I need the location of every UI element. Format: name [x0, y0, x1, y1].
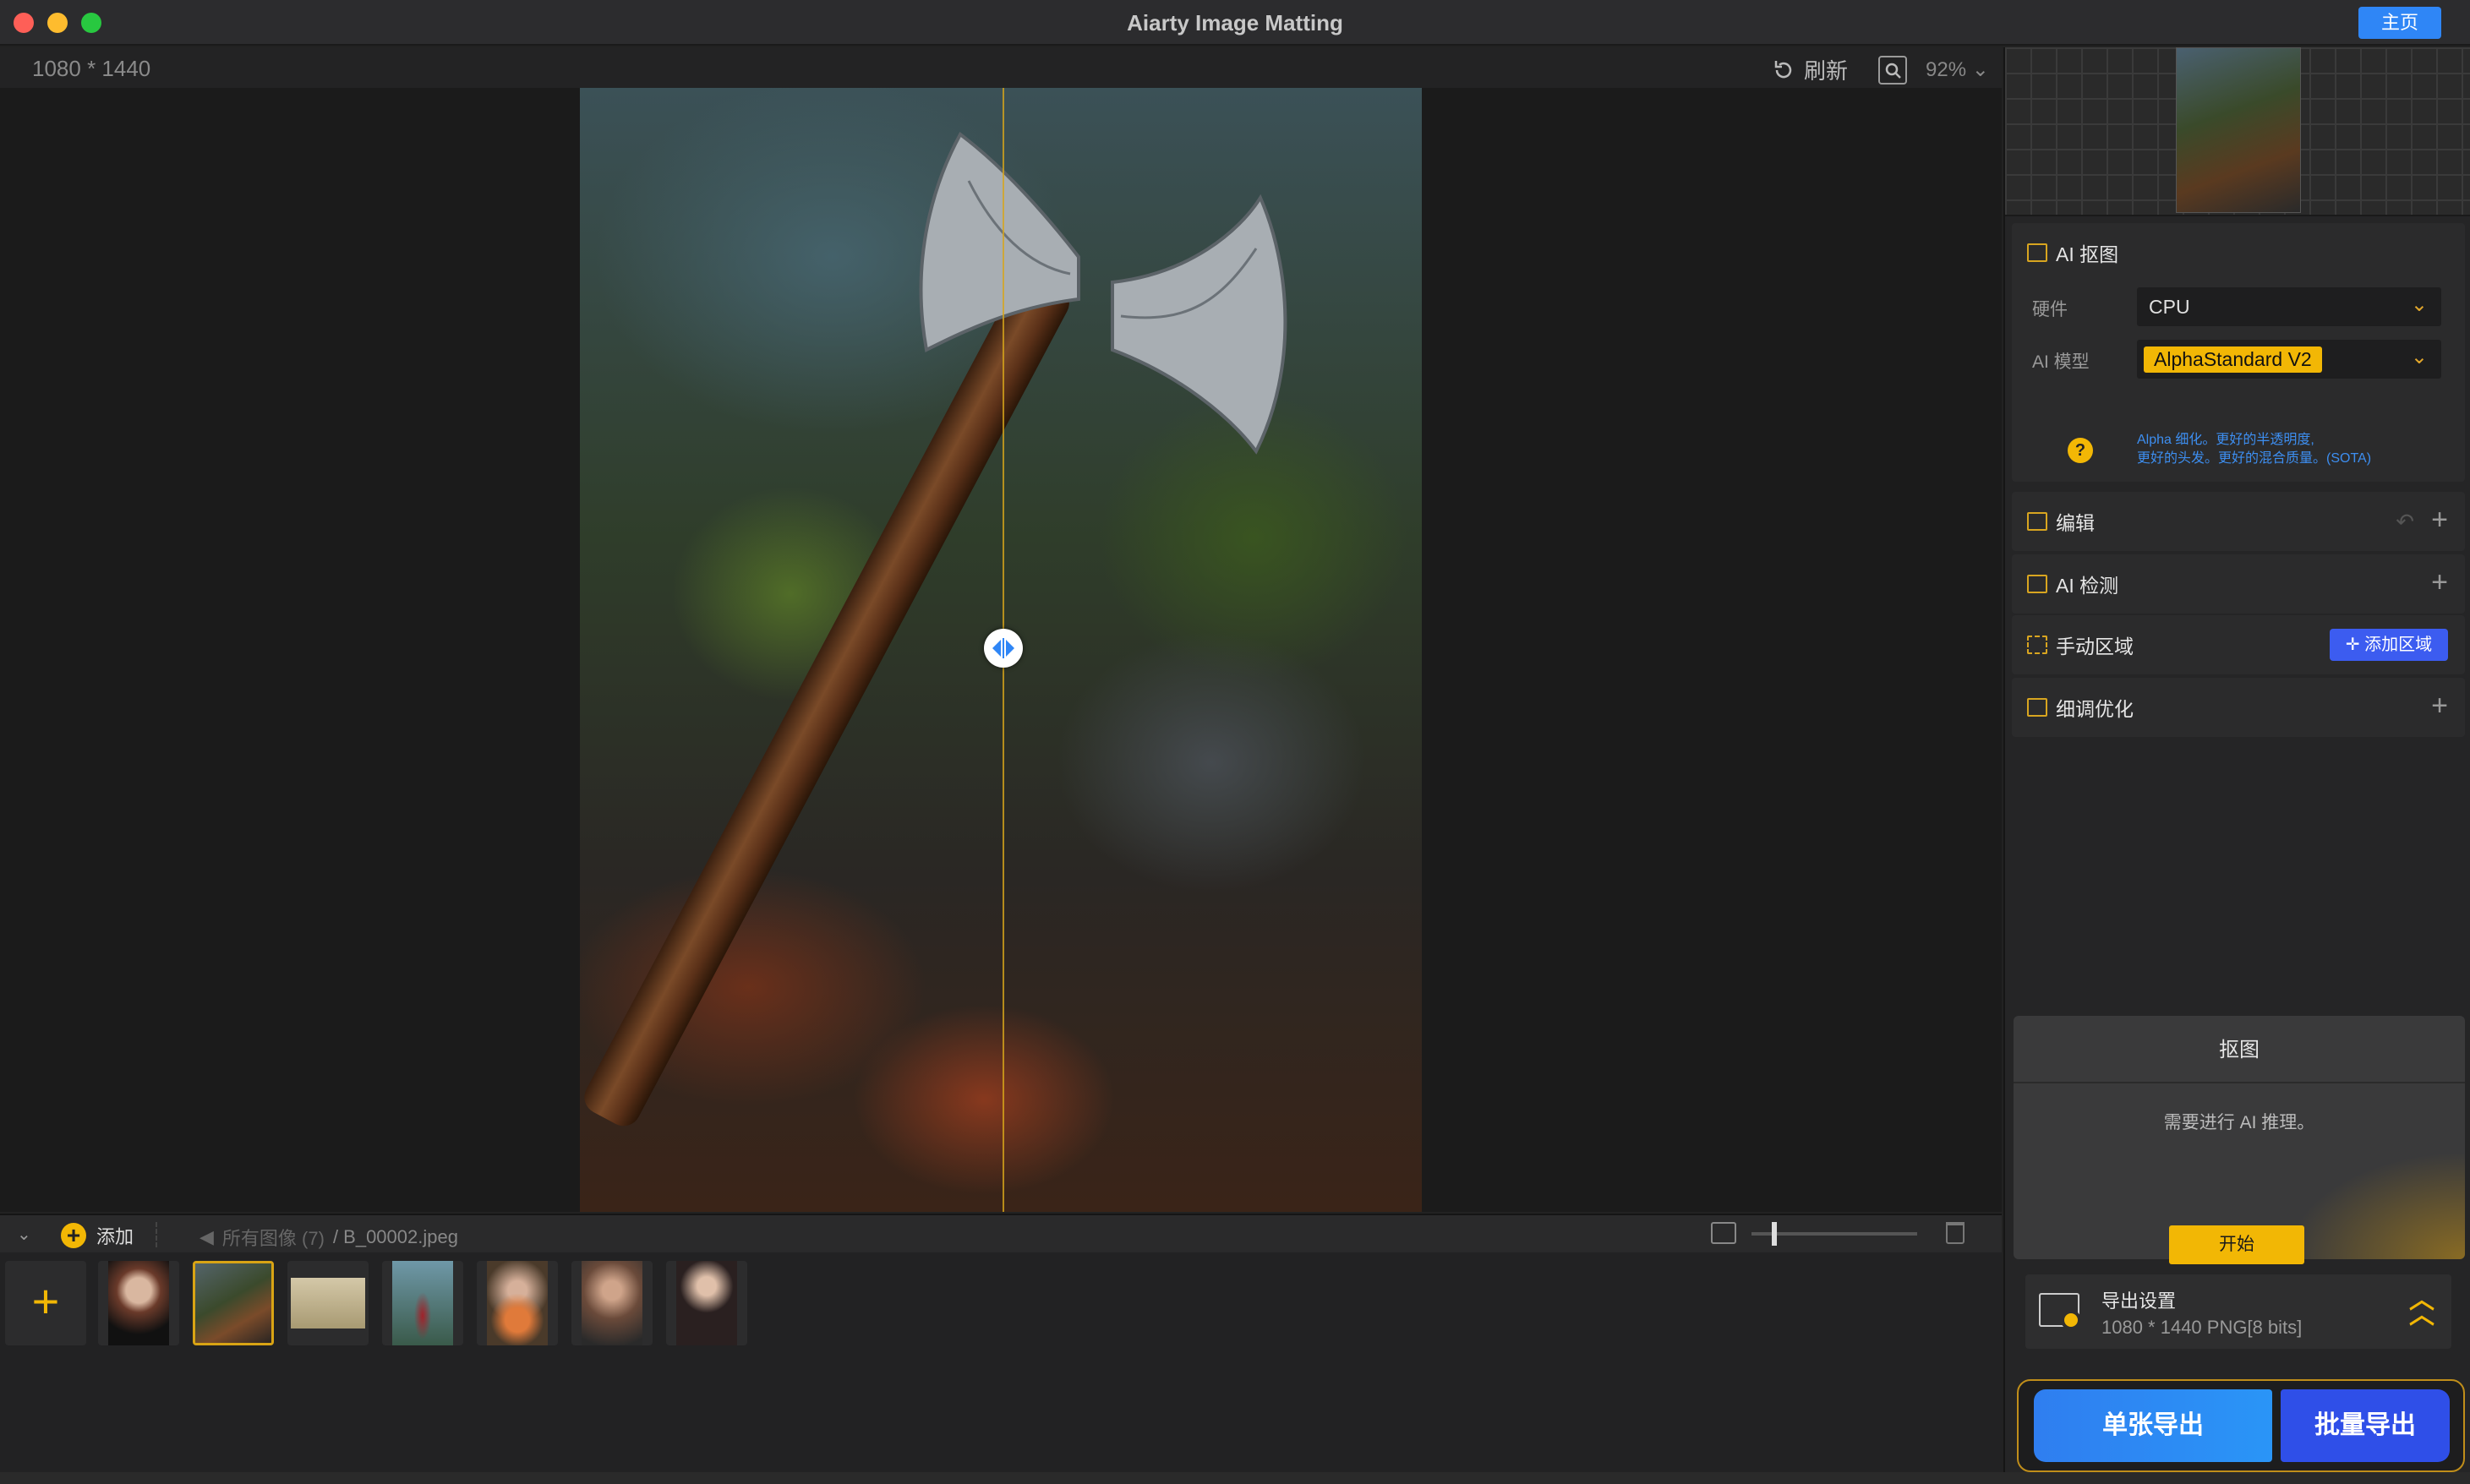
home-button[interactable]: 主页: [2358, 7, 2441, 39]
refine-section[interactable]: 细调优化 +: [2012, 678, 2465, 737]
magnifier-icon: [1885, 63, 1901, 79]
thumbnail-woman-lace[interactable]: [666, 1261, 747, 1345]
hardware-value: CPU: [2149, 296, 2190, 318]
hardware-select[interactable]: CPU ⌄: [2137, 287, 2441, 326]
matting-card: 抠图 需要进行 AI 推理。 开始: [2014, 1016, 2465, 1264]
zoom-level: 92%: [1926, 58, 1967, 81]
thumbnail-jellyfish[interactable]: [98, 1261, 179, 1345]
ai-matting-section: AI 抠图 硬件 CPU ⌄ AI 模型 AlphaStandard V2 ⌄ …: [2012, 223, 2465, 482]
expand-ai-detect-plus-icon[interactable]: +: [2431, 566, 2448, 599]
export-batch-button[interactable]: 批量导出: [2281, 1389, 2450, 1462]
selection-icon: [2027, 636, 2047, 654]
manual-area-section[interactable]: 手动区域 ✛ 添加区域: [2012, 615, 2465, 674]
zoom-level-dropdown[interactable]: 92% ⌄: [1926, 57, 1989, 82]
app-window: Aiarty Image Matting 主页 1080 * 1440 刷新 9…: [0, 0, 2470, 1484]
thumbnail-woman-portrait[interactable]: [571, 1261, 653, 1345]
ai-model-value: AlphaStandard V2: [2144, 346, 2322, 373]
plus-circle-icon: +: [61, 1223, 86, 1248]
model-description-line1: Alpha 细化。更好的半透明度,: [2137, 433, 2314, 447]
matting-card-title: 抠图: [2219, 1039, 2260, 1061]
thumbnail-size-slider-thumb[interactable]: [1772, 1222, 1777, 1246]
breadcrumb-current-file: / B_00002.jpeg: [332, 1226, 458, 1247]
chevron-double-up-icon[interactable]: ︿ ︿: [2409, 1288, 2434, 1329]
ai-matting-title: AI 抠图: [2056, 243, 2119, 265]
chevron-down-icon: ⌄: [2410, 346, 2428, 368]
ai-detect-title: AI 检测: [2056, 575, 2119, 597]
ai-model-label: AI 模型: [2032, 352, 2090, 372]
thumbnail-bicycle[interactable]: [287, 1261, 369, 1345]
divider: [156, 1222, 157, 1247]
filmstrip: +: [0, 1252, 2002, 1472]
export-settings-title: 导出设置: [2101, 1290, 2177, 1312]
model-description: Alpha 细化。更好的半透明度, 更好的头发。更好的混合质量。(SOTA): [2137, 431, 2441, 468]
matting-card-message: 需要进行 AI 推理。: [2163, 1113, 2315, 1132]
expand-edit-plus-icon[interactable]: +: [2431, 504, 2448, 537]
back-arrow-icon[interactable]: ◀: [199, 1226, 214, 1248]
ai-detect-header: AI 检测: [2012, 554, 2465, 614]
divider: [2014, 1082, 2465, 1083]
edit-section[interactable]: 编辑 ↶ +: [2012, 492, 2465, 551]
export-single-button[interactable]: 单张导出: [2034, 1389, 2272, 1462]
image-dimensions: 1080 * 1440: [32, 56, 151, 81]
right-panel: AI 抠图 硬件 CPU ⌄ AI 模型 AlphaStandard V2 ⌄ …: [2003, 47, 2470, 1472]
chevron-down-icon: ⌄: [2410, 293, 2428, 316]
zoom-fit-button[interactable]: [1878, 56, 1907, 85]
refresh-label: 刷新: [1804, 58, 1849, 84]
export-bar: 单张导出 批量导出: [2017, 1379, 2465, 1472]
add-images-button[interactable]: + 添加: [61, 1222, 134, 1249]
breadcrumb-all-images[interactable]: 所有图像 (7): [222, 1224, 325, 1251]
thumbnail-axe[interactable]: [193, 1261, 274, 1345]
export-settings[interactable]: 导出设置 1080 * 1440 PNG[8 bits] ︿ ︿: [2025, 1274, 2451, 1349]
split-arrows-icon: [992, 638, 1014, 658]
refresh-icon: [1774, 60, 1792, 78]
gear-icon: [2061, 1310, 2081, 1330]
add-area-label: 添加区域: [2364, 636, 2433, 654]
refine-header: 细调优化: [2012, 678, 2465, 737]
refine-icon: [2027, 698, 2047, 717]
window-bottom-edge: [0, 1472, 2470, 1484]
help-icon[interactable]: ?: [2068, 438, 2093, 463]
manual-area-title: 手动区域: [2056, 636, 2134, 657]
ai-matting-header: AI 抠图: [2012, 223, 2465, 282]
thumbnail-woman-flowers[interactable]: [477, 1261, 558, 1345]
navigator-thumbnail: [2176, 47, 2301, 213]
crop-icon: [2027, 512, 2047, 531]
export-settings-detail: 1080 * 1440 PNG[8 bits]: [2101, 1317, 2303, 1338]
comparison-split-handle[interactable]: [984, 629, 1023, 668]
start-button[interactable]: 开始: [2169, 1225, 2304, 1264]
navigator-preview[interactable]: [2005, 47, 2470, 216]
crosshair-icon: ✛: [2345, 636, 2365, 654]
thumbnail-woman-red-dress[interactable]: [382, 1261, 463, 1345]
trash-icon[interactable]: [1946, 1222, 1965, 1244]
breadcrumb: ◀ 所有图像 (7) / B_00002.jpeg: [199, 1224, 458, 1251]
ai-detect-icon: [2027, 575, 2047, 593]
thumbnail-size-icon: [1711, 1222, 1736, 1244]
model-description-line2: 更好的头发。更好的混合质量。(SOTA): [2137, 451, 2372, 466]
app-title: Aiarty Image Matting: [1127, 10, 1343, 35]
hardware-label: 硬件: [2032, 300, 2068, 319]
canvas-toolbar: 1080 * 1440 刷新 92% ⌄: [0, 47, 2002, 88]
ai-model-select[interactable]: AlphaStandard V2 ⌄: [2137, 340, 2441, 379]
title-bar: Aiarty Image Matting 主页: [0, 0, 2470, 46]
add-area-button[interactable]: ✛ 添加区域: [2330, 629, 2448, 661]
edit-title: 编辑: [2056, 512, 2095, 534]
chevron-down-icon: ⌄: [1966, 58, 1989, 81]
expand-refine-plus-icon[interactable]: +: [2431, 690, 2448, 723]
image-icon: [2027, 243, 2047, 262]
refine-title: 细调优化: [2056, 698, 2134, 720]
add-image-tile[interactable]: +: [5, 1261, 86, 1345]
collapse-filmstrip-icon[interactable]: ⌄: [17, 1224, 31, 1245]
filmstrip-bar: ⌄ + 添加 ◀ 所有图像 (7) / B_00002.jpeg: [0, 1214, 2002, 1252]
ai-detect-section[interactable]: AI 检测 +: [2012, 554, 2465, 614]
undo-icon[interactable]: ↶: [2396, 509, 2414, 535]
add-label: 添加: [96, 1226, 134, 1247]
refresh-button[interactable]: 刷新: [1772, 54, 1848, 85]
axe-head: [919, 132, 1287, 455]
